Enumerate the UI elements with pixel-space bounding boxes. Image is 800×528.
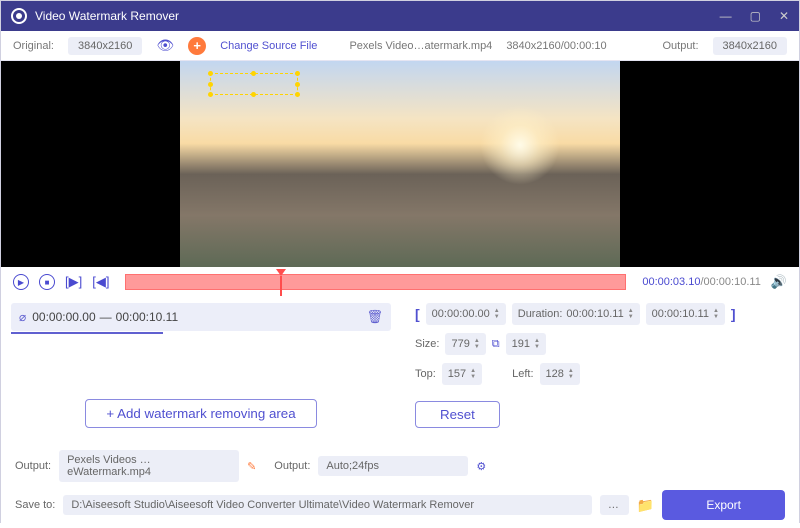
- left-input[interactable]: 128▲▼: [540, 363, 580, 385]
- timeline-scrubber[interactable]: [125, 274, 626, 290]
- original-resolution: 3840x2160: [68, 37, 142, 55]
- height-input[interactable]: 191▲▼: [506, 333, 546, 355]
- app-logo-icon: [11, 8, 27, 24]
- edit-filename-icon[interactable]: ✎: [247, 460, 256, 473]
- range-end-bracket-icon[interactable]: ]: [731, 306, 736, 322]
- range-start-bracket-icon[interactable]: [: [415, 306, 420, 322]
- segment-end: 00:00:10.11: [116, 310, 179, 324]
- step-forward-icon[interactable]: [◀]: [92, 274, 109, 290]
- range-end-input[interactable]: 00:00:10.11▲▼: [646, 303, 725, 325]
- browse-button[interactable]: …: [600, 495, 629, 515]
- size-label: Size:: [415, 338, 439, 350]
- properties-pane: [ 00:00:00.00▲▼ Duration:00:00:10.11▲▼ 0…: [401, 297, 799, 442]
- preview-toggle-icon[interactable]: 👁: [156, 37, 174, 54]
- source-meta: 3840x2160/00:00:10: [506, 40, 606, 52]
- video-preview[interactable]: [1, 61, 799, 267]
- timecode: 00:00:03.10/00:00:10.11: [642, 276, 760, 288]
- step-back-icon[interactable]: [▶]: [65, 274, 82, 290]
- segment-sep: —: [100, 310, 112, 324]
- output-format-label: Output:: [274, 460, 310, 472]
- top-label: Top:: [415, 368, 436, 380]
- spinner-icon[interactable]: ▲▼: [628, 308, 634, 320]
- range-duration-input[interactable]: Duration:00:00:10.11▲▼: [512, 303, 640, 325]
- playhead-icon[interactable]: [276, 269, 286, 276]
- link-dimensions-icon[interactable]: ⧉: [492, 338, 500, 351]
- close-icon[interactable]: ✕: [779, 9, 789, 23]
- play-icon[interactable]: ▶: [13, 274, 29, 290]
- segment-row[interactable]: ⌀ 00:00:00.00 — 00:00:10.11 🗑: [11, 303, 391, 331]
- output-format: Auto;24fps: [318, 456, 468, 476]
- titlebar: Video Watermark Remover — ▢ ✕: [1, 1, 799, 31]
- open-folder-icon[interactable]: 📁: [637, 497, 654, 514]
- volume-icon[interactable]: 🔊: [771, 274, 787, 290]
- top-input[interactable]: 157▲▼: [442, 363, 482, 385]
- maximize-icon[interactable]: ▢: [750, 9, 761, 23]
- original-label: Original:: [13, 40, 54, 52]
- range-start-input[interactable]: 00:00:00.00▲▼: [426, 303, 506, 325]
- delete-segment-icon[interactable]: 🗑: [366, 309, 383, 325]
- output-filename: Pexels Videos …eWatermark.mp4: [59, 450, 239, 482]
- sun-glow: [480, 105, 560, 185]
- spinner-icon[interactable]: ▲▼: [494, 308, 500, 320]
- add-source-icon[interactable]: +: [188, 37, 206, 55]
- watermark-icon: ⌀: [19, 310, 26, 324]
- watermark-selection-box[interactable]: [210, 73, 298, 95]
- spinner-icon[interactable]: ▲▼: [713, 308, 719, 320]
- bottom-bar: Output: Pexels Videos …eWatermark.mp4 ✎ …: [1, 442, 799, 528]
- left-label: Left:: [512, 368, 533, 380]
- segment-start: 00:00:00.00: [32, 310, 95, 324]
- settings-icon[interactable]: ⚙: [476, 460, 486, 473]
- segment-progress: [11, 332, 163, 334]
- playback-controls: ▶ ■ [▶] [◀] 00:00:03.10/00:00:10.11 🔊: [1, 267, 799, 297]
- spinner-icon[interactable]: ▲▼: [534, 338, 540, 350]
- save-to-label: Save to:: [15, 499, 55, 511]
- spinner-icon[interactable]: ▲▼: [470, 368, 476, 380]
- source-filename: Pexels Video…atermark.mp4: [349, 40, 492, 52]
- stop-icon[interactable]: ■: [39, 274, 55, 290]
- topbar: Original: 3840x2160 👁 + Change Source Fi…: [1, 31, 799, 61]
- app-title: Video Watermark Remover: [35, 9, 179, 23]
- change-source-button[interactable]: Change Source File: [220, 40, 317, 52]
- spinner-icon[interactable]: ▲▼: [474, 338, 480, 350]
- add-watermark-area-button[interactable]: + Add watermark removing area: [85, 399, 316, 428]
- export-button[interactable]: Export: [662, 490, 785, 520]
- output-label: Output:: [662, 40, 698, 52]
- width-input[interactable]: 779▲▼: [445, 333, 485, 355]
- spinner-icon[interactable]: ▲▼: [568, 368, 574, 380]
- reset-button[interactable]: Reset: [415, 401, 500, 428]
- output-file-label: Output:: [15, 460, 51, 472]
- minimize-icon[interactable]: —: [720, 9, 732, 23]
- output-resolution: 3840x2160: [713, 37, 787, 55]
- save-path: D:\Aiseesoft Studio\Aiseesoft Video Conv…: [63, 495, 592, 515]
- segments-pane: ⌀ 00:00:00.00 — 00:00:10.11 🗑 + Add wate…: [1, 297, 401, 442]
